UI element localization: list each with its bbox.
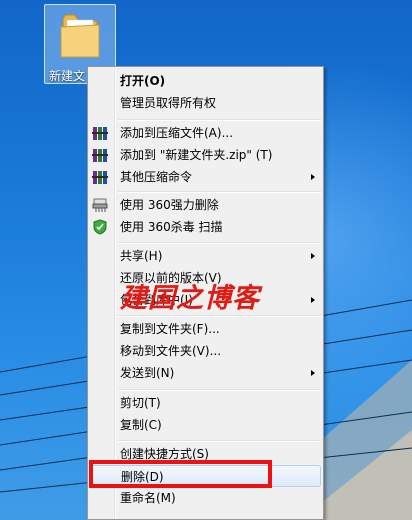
winrar-icon xyxy=(92,171,108,184)
menu-item-label: 复制到文件夹(F)... xyxy=(120,322,220,336)
shredder-icon xyxy=(92,198,108,212)
menu-item-360-scan[interactable]: 使用 360杀毒 扫描 xyxy=(90,216,321,238)
menu-item-open[interactable]: 打开(O) xyxy=(90,70,321,92)
menu-item-add-to-archive[interactable]: 添加到压缩文件(A)... xyxy=(90,122,321,144)
menu-separator xyxy=(118,191,321,193)
menu-item-copy[interactable]: 复制(C) xyxy=(90,414,321,436)
menu-item-label: 添加到压缩文件(A)... xyxy=(120,126,234,140)
menu-item-label: 打开(O) xyxy=(120,74,166,88)
menu-separator xyxy=(118,242,321,244)
menu-separator xyxy=(118,440,321,442)
winrar-icon xyxy=(92,127,108,140)
menu-separator xyxy=(118,315,321,317)
menu-item-label: 其他压缩命令 xyxy=(120,170,193,184)
submenu-arrow-icon xyxy=(311,297,315,303)
menu-item-move-to-folder[interactable]: 移动到文件夹(V)... xyxy=(90,340,321,362)
blog-watermark: 建国之博客 xyxy=(120,283,260,314)
submenu-arrow-icon xyxy=(311,370,315,376)
delete-highlight-annotation xyxy=(89,460,272,488)
menu-item-cut[interactable]: 剪切(T) xyxy=(90,392,321,414)
submenu-arrow-icon xyxy=(311,253,315,259)
menu-item-other-compression[interactable]: 其他压缩命令 xyxy=(90,166,321,188)
menu-item-rename[interactable]: 重命名(M) xyxy=(90,487,321,509)
menu-item-share[interactable]: 共享(H) xyxy=(90,245,321,267)
menu-item-take-ownership[interactable]: 管理员取得所有权 xyxy=(90,92,321,114)
submenu-arrow-icon xyxy=(311,174,315,180)
menu-item-label: 重命名(M) xyxy=(120,491,176,505)
menu-item-label: 复制(C) xyxy=(120,418,162,432)
winrar-icon xyxy=(92,149,108,162)
menu-item-label: 剪切(T) xyxy=(120,396,161,410)
menu-item-label: 管理员取得所有权 xyxy=(120,96,217,110)
menu-item-label: 共享(H) xyxy=(120,249,163,263)
shield-icon xyxy=(93,219,107,235)
menu-item-label: 发送到(N) xyxy=(120,366,175,380)
menu-separator xyxy=(118,389,321,391)
menu-item-label: 使用 360杀毒 扫描 xyxy=(120,220,223,234)
menu-item-copy-to-folder[interactable]: 复制到文件夹(F)... xyxy=(90,318,321,340)
folder-icon xyxy=(60,14,100,58)
menu-item-label: 使用 360强力删除 xyxy=(120,198,219,212)
menu-separator xyxy=(118,119,321,121)
menu-item-label: 添加到 "新建文件夹.zip" (T) xyxy=(120,148,273,162)
menu-item-360-shred[interactable]: 使用 360强力删除 xyxy=(90,194,321,216)
menu-item-label: 移动到文件夹(V)... xyxy=(120,344,222,358)
menu-item-add-to-zip[interactable]: 添加到 "新建文件夹.zip" (T) xyxy=(90,144,321,166)
menu-item-send-to[interactable]: 发送到(N) xyxy=(90,362,321,384)
